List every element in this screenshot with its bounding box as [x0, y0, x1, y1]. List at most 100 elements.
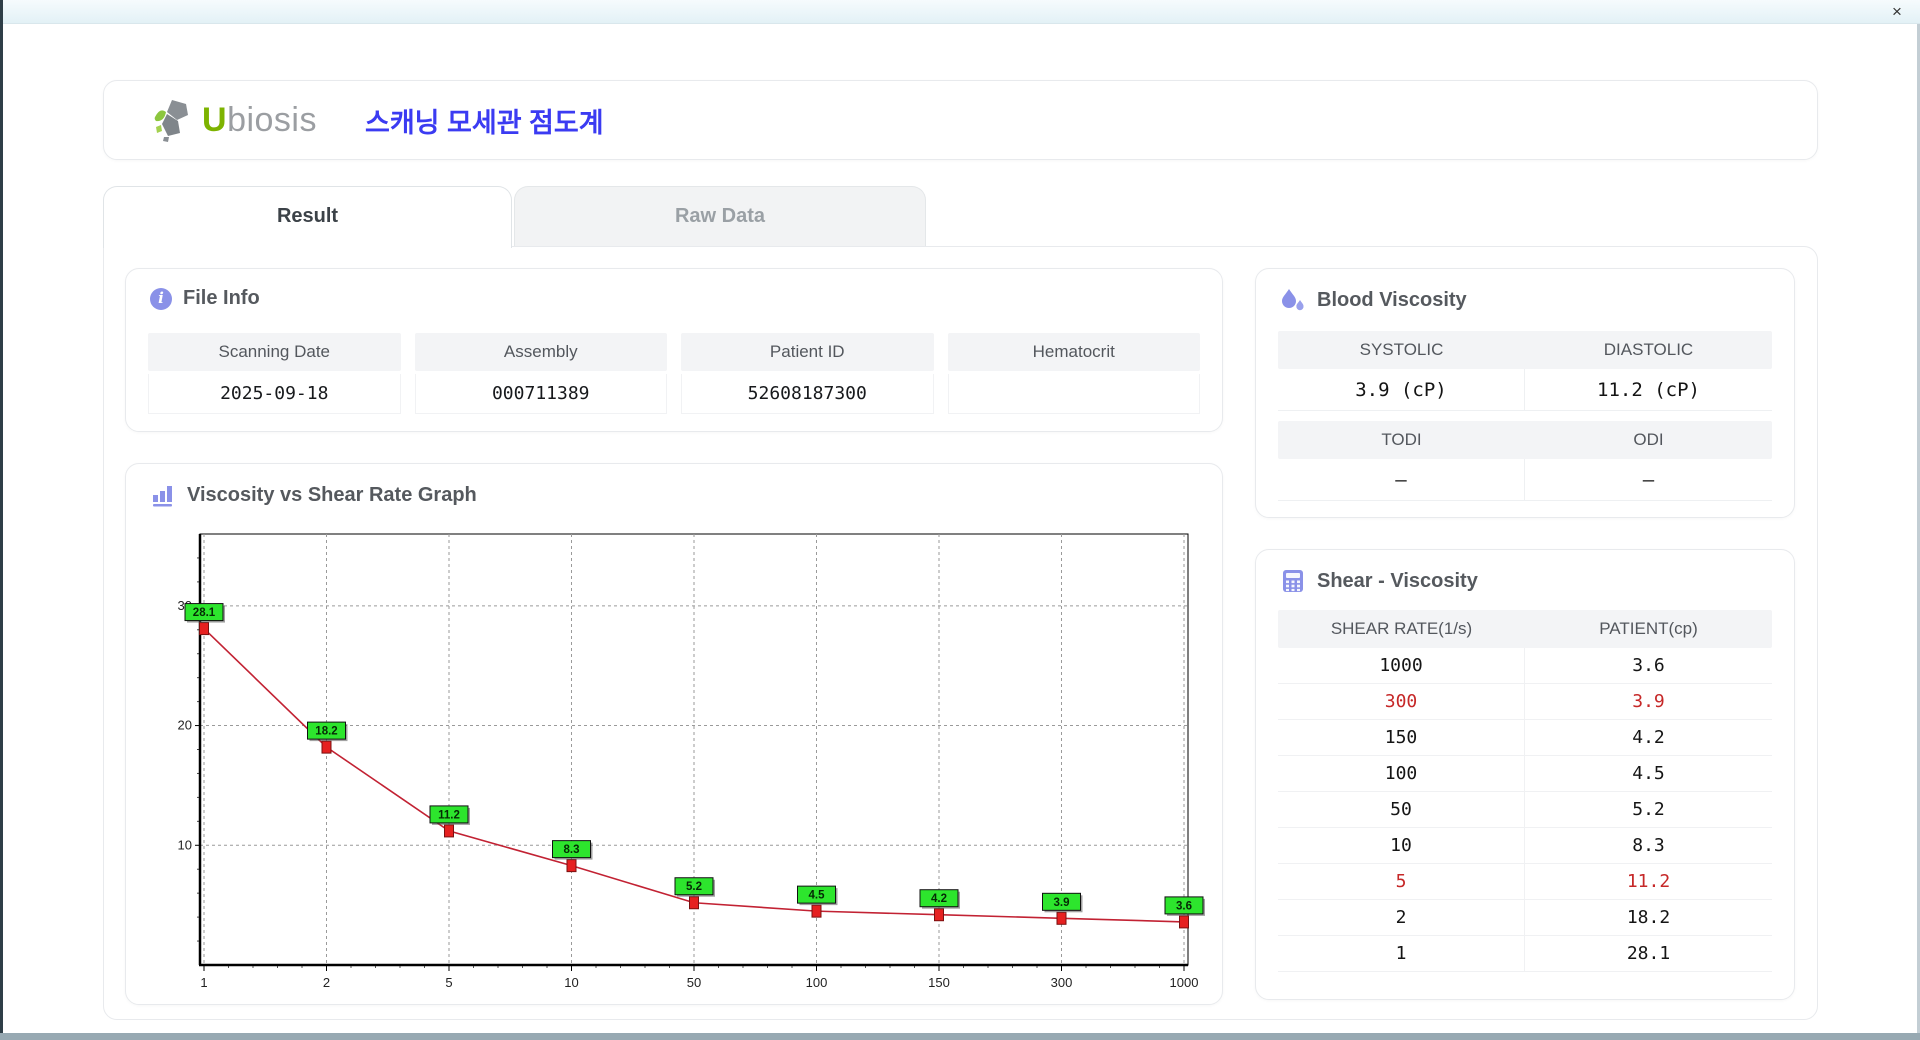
sv-patient-value: 18.2: [1626, 907, 1671, 928]
logo-word-rest: biosis: [227, 100, 317, 139]
bv-spacer: [1278, 411, 1772, 421]
graph-title-row: Viscosity vs Shear Rate Graph: [150, 482, 477, 508]
x-tick-label: 2: [323, 975, 330, 990]
sv-row-4: 50 5.2: [1278, 792, 1772, 828]
sv-shear-value: 1000: [1278, 648, 1525, 683]
sv-row-1: 300 3.9: [1278, 684, 1772, 720]
sv-rows-container: 1000 3.6 300 3.9 150 4.2 100 4.5 50 5.2 10 8.3 5 11.2…: [1278, 648, 1772, 972]
blood-viscosity-card: Blood Viscosity SYSTOLIC DIASTOLIC 3.9 (…: [1255, 268, 1795, 518]
sv-row-8: 1 28.1: [1278, 936, 1772, 972]
calculator-icon: [1283, 570, 1303, 592]
data-label-text: 3.9: [1054, 897, 1070, 909]
sv-shear-value: 2: [1278, 900, 1525, 935]
y-tick-label: 20: [178, 718, 192, 733]
sv-shear-value: 100: [1278, 756, 1525, 791]
window-close-button[interactable]: ×: [1886, 1, 1908, 23]
data-point-marker: [1179, 915, 1189, 929]
sv-shear-value: 150: [1278, 720, 1525, 755]
sv-shear-value: 50: [1278, 792, 1525, 827]
viscosity-graph-card: Viscosity vs Shear Rate Graph 1020301251…: [125, 463, 1223, 1005]
file-info-title-row: i File Info: [150, 287, 260, 310]
sv-header-patient: PATIENT(cp): [1599, 619, 1698, 638]
bv-value-row-1: 3.9 (cP) 11.2 (cP): [1278, 369, 1772, 411]
sv-patient-value: 5.2: [1632, 799, 1665, 820]
data-label-text: 4.2: [931, 893, 947, 905]
x-tick-label: 1000: [1170, 975, 1199, 990]
tab-raw-data[interactable]: Raw Data: [514, 186, 926, 246]
file-info-header-3: Hematocrit: [947, 333, 1200, 371]
sv-patient-value: 3.6: [1632, 655, 1665, 676]
bv-header-systolic: SYSTOLIC: [1359, 340, 1444, 359]
shear-viscosity-title-row: Shear - Viscosity: [1280, 568, 1478, 594]
sv-patient-value: 28.1: [1626, 943, 1671, 964]
x-tick-label: 50: [687, 975, 701, 990]
sv-patient-value: 4.5: [1632, 763, 1665, 784]
bv-header-todi: TODI: [1381, 430, 1422, 449]
bv-header-diastolic: DIASTOLIC: [1603, 340, 1694, 359]
shear-viscosity-title: Shear - Viscosity: [1317, 569, 1478, 592]
sv-row-0: 1000 3.6: [1278, 648, 1772, 684]
data-point-marker: [566, 859, 577, 873]
file-info-grid: Scanning Date Assembly Patient ID Hematocri…: [148, 333, 1200, 414]
data-point-marker: [811, 904, 822, 918]
file-info-value-2: 52608187300: [681, 374, 934, 414]
file-info-header-2: Patient ID: [681, 333, 934, 371]
header-card: Ubiosis 스캐닝 모세관 점도계: [103, 80, 1818, 160]
logo-letter-u: U: [202, 100, 228, 139]
bar-chart-icon: [153, 486, 172, 507]
bv-value-systolic: 3.9 (cP): [1278, 369, 1525, 411]
shear-viscosity-table: SHEAR RATE(1/s) PATIENT(cp) 1000 3.6 300 3.…: [1278, 610, 1772, 972]
sv-patient-value: 4.2: [1632, 727, 1665, 748]
data-label-text: 8.3: [564, 844, 580, 856]
data-point-marker: [1056, 911, 1067, 925]
x-tick-label: 150: [928, 975, 950, 990]
graph-title: Viscosity vs Shear Rate Graph: [187, 483, 477, 506]
data-point-marker: [444, 824, 454, 838]
data-point-marker: [934, 908, 944, 922]
info-icon: i: [150, 287, 172, 310]
file-info-title: File Info: [183, 287, 260, 309]
tab-result[interactable]: Result: [103, 186, 512, 248]
data-point-marker: [199, 622, 209, 636]
sv-row-7: 2 18.2: [1278, 900, 1772, 936]
sv-shear-value: 10: [1278, 828, 1525, 863]
file-info-header-0: Scanning Date: [148, 333, 401, 371]
ubiosis-logo: Ubiosis: [152, 97, 317, 143]
window-bottom-border: [0, 1033, 1920, 1040]
data-label-text: 28.1: [193, 607, 216, 619]
sv-row-3: 100 4.5: [1278, 756, 1772, 792]
window-left-border: [0, 0, 3, 1040]
app-title-korean: 스캐닝 모세관 점도계: [365, 107, 604, 138]
application-window: × Ubiosis 스캐닝 모세관 점도계 Result Raw Data i …: [0, 0, 1920, 1040]
bv-value-row-2: – –: [1278, 459, 1772, 501]
file-info-card: i File Info Scanning Date Assembly Patient…: [125, 268, 1223, 432]
bv-header-odi: ODI: [1633, 430, 1664, 449]
blood-drops-icon: [1282, 289, 1304, 311]
viscosity-shear-rate-chart: 1020301251050100150300100028.118.211.28.…: [178, 533, 1205, 990]
window-titlebar: [0, 0, 1920, 24]
file-info-value-0: 2025-09-18: [148, 374, 401, 414]
file-info-value-3: [947, 374, 1200, 414]
sv-row-6: 5 11.2: [1278, 864, 1772, 900]
data-label-text: 5.2: [686, 881, 702, 893]
data-label-text: 18.2: [315, 726, 337, 738]
blood-viscosity-title-row: Blood Viscosity: [1280, 287, 1467, 313]
ubiosis-logo-text: Ubiosis: [202, 101, 317, 140]
bv-value-diastolic: 11.2 (cP): [1597, 379, 1700, 401]
sv-header-row: SHEAR RATE(1/s) PATIENT(cp): [1278, 610, 1772, 648]
bv-value-odi: –: [1642, 469, 1655, 491]
sv-shear-value: 5: [1278, 864, 1525, 899]
x-tick-label: 1: [200, 975, 207, 990]
data-label-text: 11.2: [438, 809, 460, 821]
file-info-value-1: 000711389: [414, 374, 667, 414]
bv-header-row-1: SYSTOLIC DIASTOLIC: [1278, 331, 1772, 369]
x-tick-label: 10: [564, 975, 578, 990]
sv-shear-value: 1: [1278, 936, 1525, 971]
sv-header-shear-rate: SHEAR RATE(1/s): [1330, 619, 1473, 638]
bv-header-row-2: TODI ODI: [1278, 421, 1772, 459]
bv-value-todi: –: [1278, 459, 1525, 501]
sv-shear-value: 300: [1278, 684, 1525, 719]
data-point-marker: [689, 896, 699, 910]
data-label-text: 3.6: [1176, 900, 1192, 912]
sv-patient-value: 11.2: [1626, 871, 1671, 892]
